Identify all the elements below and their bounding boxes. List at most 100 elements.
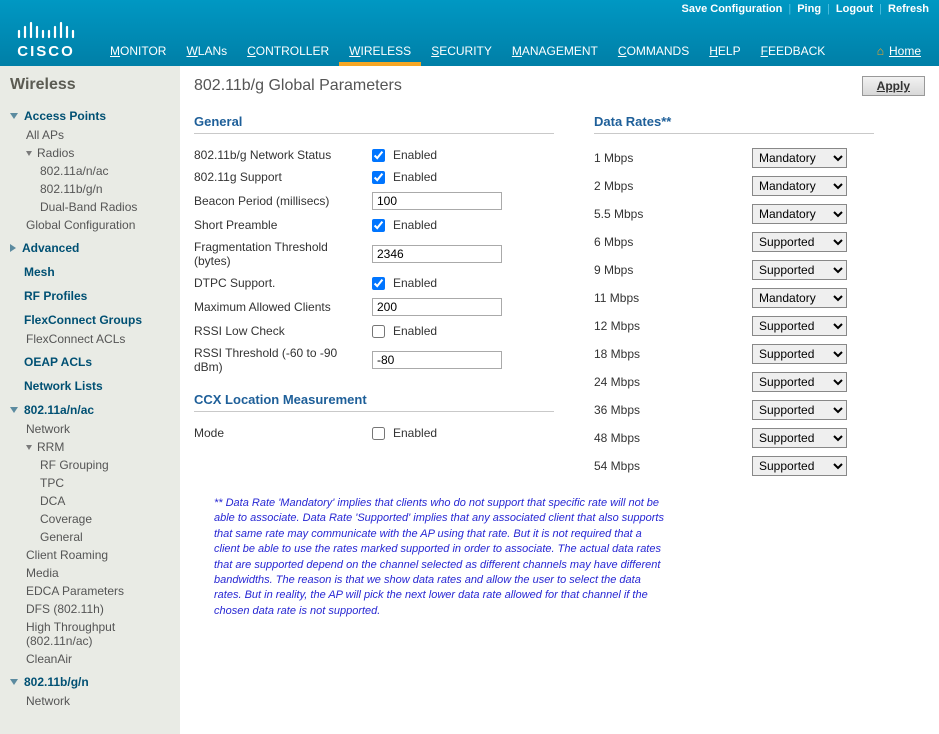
nav-item-controller[interactable]: CONTROLLER <box>237 44 339 66</box>
apply-button[interactable]: Apply <box>862 76 925 96</box>
rate-row-8: 24 MbpsSupported <box>594 368 874 396</box>
sidebar-item-dca[interactable]: DCA <box>40 492 178 510</box>
nav-item-monitor[interactable]: MONITOR <box>100 44 176 66</box>
ccx-mode-suffix: Enabled <box>393 426 437 440</box>
rate-select-10[interactable]: Supported <box>752 428 847 448</box>
sidebar-section-network-lists[interactable]: Network Lists <box>10 376 178 396</box>
sidebar-section-802-11b-g-n[interactable]: 802.11b/g/n <box>10 672 178 692</box>
sidebar-item-network[interactable]: Network <box>26 420 178 438</box>
general-input-8[interactable] <box>372 351 502 369</box>
sidebar-item-high-throughput-802-11n-ac-[interactable]: High Throughput (802.11n/ac) <box>26 618 178 650</box>
chevron-right-icon <box>10 244 16 252</box>
rate-select-11[interactable]: Supported <box>752 456 847 476</box>
rate-select-5[interactable]: Mandatory <box>752 288 847 308</box>
sidebar-item-802-11a-n-ac[interactable]: 802.11a/n/ac <box>40 162 178 180</box>
sidebar-item-rrm[interactable]: RRM <box>26 438 178 456</box>
rate-row-0: 1 MbpsMandatory <box>594 144 874 172</box>
general-checkbox-3[interactable] <box>372 219 385 232</box>
general-section-title: General <box>194 114 554 134</box>
nav-item-wlans[interactable]: WLANs <box>176 44 237 66</box>
rate-row-2: 5.5 Mbps Mandatory <box>594 200 874 228</box>
sidebar-section-rf-profiles[interactable]: RF Profiles <box>10 286 178 306</box>
sidebar-section-flexconnect-groups[interactable]: FlexConnect Groups <box>10 310 178 330</box>
sidebar-item-dual-band-radios[interactable]: Dual-Band Radios <box>40 198 178 216</box>
rate-label: 6 Mbps <box>594 235 744 249</box>
logout-link[interactable]: Logout <box>836 3 873 15</box>
data-rates-section-title: Data Rates** <box>594 114 874 134</box>
sidebar-section-advanced[interactable]: Advanced <box>10 238 178 258</box>
nav-item-help[interactable]: HELP <box>699 44 750 66</box>
rate-label: 36 Mbps <box>594 403 744 417</box>
sidebar-item-coverage[interactable]: Coverage <box>40 510 178 528</box>
rate-select-6[interactable]: Supported <box>752 316 847 336</box>
general-label: 802.11b/g Network Status <box>194 148 364 162</box>
sidebar-item-rf-grouping[interactable]: RF Grouping <box>40 456 178 474</box>
app-header: Save Configuration | Ping | Logout | Ref… <box>0 0 939 66</box>
general-checkbox-5[interactable] <box>372 277 385 290</box>
sidebar-title: Wireless <box>10 76 178 94</box>
rate-select-7[interactable]: Supported <box>752 344 847 364</box>
sidebar-item-network[interactable]: Network <box>26 692 178 710</box>
general-checkbox-7[interactable] <box>372 325 385 338</box>
separator: | <box>879 3 882 15</box>
nav-home[interactable]: ⌂Home <box>871 44 927 66</box>
sidebar-item-global-configuration[interactable]: Global Configuration <box>26 216 178 234</box>
data-rates-footnote: ** Data Rate 'Mandatory' implies that cl… <box>194 496 664 619</box>
general-row-2: Beacon Period (millisecs) <box>194 188 554 214</box>
sidebar-item-dfs-802-11h-[interactable]: DFS (802.11h) <box>26 600 178 618</box>
rate-select-2[interactable]: Mandatory <box>752 204 847 224</box>
rate-label: 11 Mbps <box>594 291 744 305</box>
rate-label: 5.5 Mbps <box>594 207 744 221</box>
general-input-6[interactable] <box>372 298 502 316</box>
sidebar-item-tpc[interactable]: TPC <box>40 474 178 492</box>
sidebar-section-mesh[interactable]: Mesh <box>10 262 178 282</box>
rate-select-9[interactable]: Supported <box>752 400 847 420</box>
nav-item-management[interactable]: MANAGEMENT <box>502 44 608 66</box>
rate-select-0[interactable]: Mandatory <box>752 148 847 168</box>
rate-select-4[interactable]: Supported <box>752 260 847 280</box>
general-label: Beacon Period (millisecs) <box>194 194 364 208</box>
chevron-down-icon <box>10 113 18 119</box>
save-configuration-link[interactable]: Save Configuration <box>682 3 783 15</box>
general-input-4[interactable] <box>372 245 502 263</box>
rate-label: 12 Mbps <box>594 319 744 333</box>
general-row-4: Fragmentation Threshold (bytes) <box>194 236 554 272</box>
sidebar-item-flexconnect-acls[interactable]: FlexConnect ACLs <box>26 330 178 348</box>
sidebar-item-client-roaming[interactable]: Client Roaming <box>26 546 178 564</box>
sidebar-item-radios[interactable]: Radios <box>26 144 178 162</box>
sidebar-item-media[interactable]: Media <box>26 564 178 582</box>
nav-item-feedback[interactable]: FEEDBACK <box>751 44 836 66</box>
ccx-mode-checkbox[interactable] <box>372 427 385 440</box>
refresh-link[interactable]: Refresh <box>888 3 929 15</box>
nav-item-security[interactable]: SECURITY <box>421 44 502 66</box>
ping-link[interactable]: Ping <box>797 3 821 15</box>
general-input-2[interactable] <box>372 192 502 210</box>
rate-select-1[interactable]: Mandatory <box>752 176 847 196</box>
sidebar-item-cleanair[interactable]: CleanAir <box>26 650 178 668</box>
data-rates-title-text: Data Rates** <box>594 114 671 129</box>
enabled-text: Enabled <box>393 276 437 290</box>
general-row-8: RSSI Threshold (-60 to -90 dBm) <box>194 342 554 378</box>
rate-select-3[interactable]: Supported <box>752 232 847 252</box>
general-checkbox-1[interactable] <box>372 171 385 184</box>
sidebar-section-access-points[interactable]: Access Points <box>10 106 178 126</box>
nav-item-wireless[interactable]: WIRELESS <box>339 44 421 66</box>
rate-select-8[interactable]: Supported <box>752 372 847 392</box>
nav-item-commands[interactable]: COMMANDS <box>608 44 699 66</box>
page-title: 802.11b/g Global Parameters <box>194 77 402 95</box>
general-label: RSSI Threshold (-60 to -90 dBm) <box>194 346 364 374</box>
sidebar: Wireless Access PointsAll APsRadios802.1… <box>0 66 180 734</box>
rate-label: 9 Mbps <box>594 263 744 277</box>
sidebar-section-802-11a-n-ac[interactable]: 802.11a/n/ac <box>10 400 178 420</box>
general-label: Fragmentation Threshold (bytes) <box>194 240 364 268</box>
general-checkbox-0[interactable] <box>372 149 385 162</box>
enabled-text: Enabled <box>393 170 437 184</box>
sidebar-item-edca-parameters[interactable]: EDCA Parameters <box>26 582 178 600</box>
sidebar-section-oeap-acls[interactable]: OEAP ACLs <box>10 352 178 372</box>
general-label: RSSI Low Check <box>194 324 364 338</box>
sidebar-item-all-aps[interactable]: All APs <box>26 126 178 144</box>
sidebar-item-802-11b-g-n[interactable]: 802.11b/g/n <box>40 180 178 198</box>
cisco-logo: CISCO <box>16 19 76 66</box>
ccx-mode-row: Mode Enabled <box>194 422 554 444</box>
sidebar-item-general[interactable]: General <box>40 528 178 546</box>
